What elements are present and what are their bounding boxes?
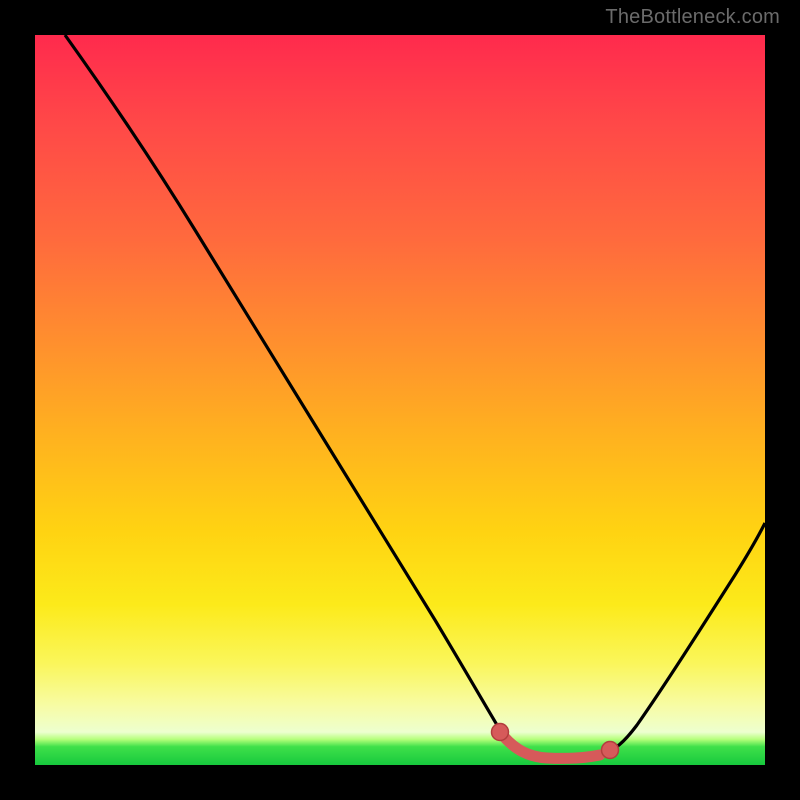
curve-layer (35, 35, 765, 765)
bottleneck-curve (65, 35, 765, 758)
watermark-text: TheBottleneck.com (605, 6, 780, 29)
optimal-start-marker (492, 724, 509, 741)
plot-area (35, 35, 765, 765)
optimal-end-marker (602, 742, 619, 759)
chart-stage: TheBottleneck.com (0, 0, 800, 800)
optimal-range-highlight (500, 732, 600, 758)
